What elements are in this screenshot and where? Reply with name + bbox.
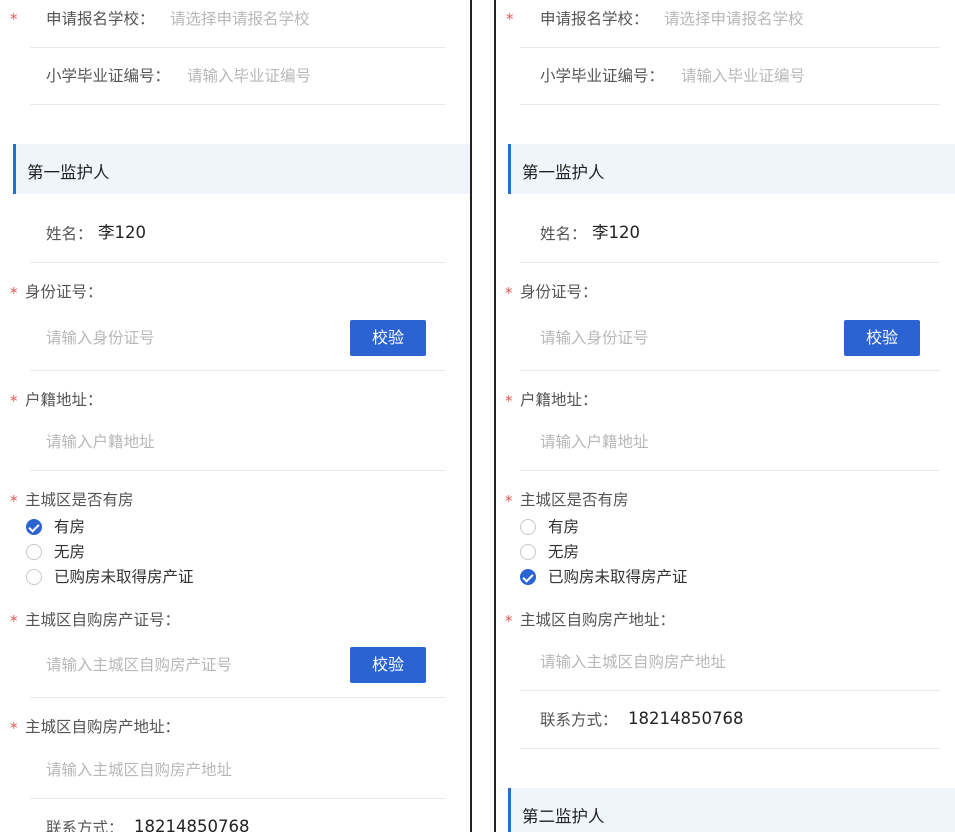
house-addr-label: 主城区自购房产地址： [520,611,676,629]
radio-bought-no-cert[interactable] [520,569,536,585]
name-value: 李120 [98,223,146,242]
school-select[interactable]: 请选择申请报名学校 [170,9,310,29]
required-marker: * [10,392,18,410]
divider [30,262,445,263]
section-accent-bar [508,788,511,832]
required-marker: * [10,10,18,28]
radio-label[interactable]: 已购房未取得房产证 [54,568,194,586]
idcard-verify-button[interactable]: 校验 [350,320,426,356]
cert-input[interactable]: 请输入毕业证编号 [681,66,805,86]
house-cert-label: 主城区自购房产证号： [25,611,181,629]
contact-label: 联系方式： [540,711,618,729]
required-marker: * [10,719,18,737]
section-accent-bar [508,144,511,194]
contact-value: 18214850768 [134,817,250,832]
house-addr-label: 主城区自购房产地址： [25,718,181,736]
divider [520,370,940,371]
required-marker: * [10,284,18,302]
name-label: 姓名： [46,225,93,243]
divider [520,748,940,749]
radio-label[interactable]: 无房 [54,543,85,561]
right-form-panel: * 申请报名学校： 请选择申请报名学校 小学毕业证编号： 请输入毕业证编号 第一… [494,0,955,832]
section-header-guardian-2: 第二监护人 [508,788,955,832]
radio-label[interactable]: 有房 [54,518,85,536]
radio-has-house[interactable] [26,519,42,535]
radio-label[interactable]: 已购房未取得房产证 [548,568,688,586]
divider [520,47,940,48]
hukou-input[interactable]: 请输入户籍地址 [46,432,155,452]
house-addr-input[interactable]: 请输入主城区自购房产地址 [540,652,726,672]
radio-label[interactable]: 有房 [548,518,579,536]
contact-label: 联系方式： [46,819,124,832]
divider [30,798,445,799]
hukou-label: 户籍地址： [520,391,598,409]
left-form-panel: * 申请报名学校： 请选择申请报名学校 小学毕业证编号： 请输入毕业证编号 第一… [0,0,472,832]
cert-label: 小学毕业证编号： [540,67,665,85]
school-label: 申请报名学校： [540,10,649,28]
divider [520,690,940,691]
section-header-guardian-1: 第一监护人 [508,144,955,194]
divider [520,470,940,471]
required-marker: * [10,612,18,630]
radio-no-house[interactable] [26,544,42,560]
name-label: 姓名： [540,225,587,243]
radio-label[interactable]: 无房 [548,543,579,561]
radio-has-house[interactable] [520,519,536,535]
divider [520,262,940,263]
required-marker: * [505,612,513,630]
idcard-label: 身份证号： [520,283,598,301]
contact-value: 18214850768 [628,709,744,728]
name-value: 李120 [592,223,640,242]
house-addr-input[interactable]: 请输入主城区自购房产地址 [46,760,232,780]
house-label: 主城区是否有房 [520,491,629,509]
divider [30,697,445,698]
idcard-input[interactable]: 请输入身份证号 [540,328,649,348]
idcard-input[interactable]: 请输入身份证号 [46,328,155,348]
cert-input[interactable]: 请输入毕业证编号 [187,66,311,86]
idcard-label: 身份证号： [25,283,103,301]
required-marker: * [506,10,514,28]
radio-bought-no-cert[interactable] [26,569,42,585]
section-title: 第一监护人 [27,163,110,182]
required-marker: * [505,392,513,410]
required-marker: * [505,284,513,302]
hukou-input[interactable]: 请输入户籍地址 [540,432,649,452]
cert-label: 小学毕业证编号： [46,67,171,85]
required-marker: * [505,492,513,510]
divider [30,47,445,48]
section-title: 第一监护人 [522,163,605,182]
idcard-verify-button[interactable]: 校验 [844,320,920,356]
required-marker: * [10,492,18,510]
section-title: 第二监护人 [522,807,605,826]
divider [520,104,940,105]
section-accent-bar [13,144,16,194]
hukou-label: 户籍地址： [25,391,103,409]
school-label: 申请报名学校： [46,10,155,28]
house-label: 主城区是否有房 [25,491,134,509]
divider [30,104,445,105]
divider [30,470,445,471]
divider [30,370,445,371]
section-header-guardian-1: 第一监护人 [13,144,470,194]
house-cert-verify-button[interactable]: 校验 [350,647,426,683]
radio-no-house[interactable] [520,544,536,560]
house-cert-input[interactable]: 请输入主城区自购房产证号 [46,655,232,675]
school-select[interactable]: 请选择申请报名学校 [664,9,804,29]
